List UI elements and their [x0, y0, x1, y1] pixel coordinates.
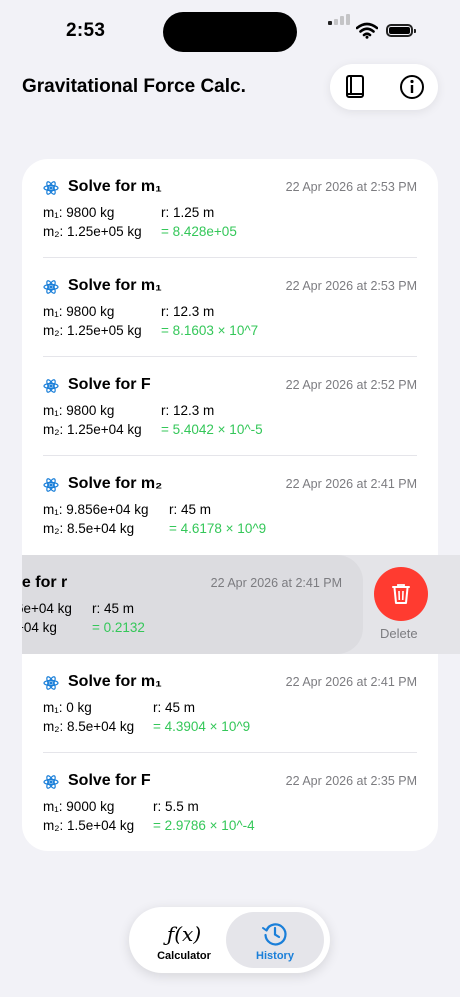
- history-row[interactable]: Solve for m₁ 22 Apr 2026 at 2:53 PM m₁: …: [22, 159, 438, 258]
- row-r: r: 12.3 m: [161, 403, 215, 418]
- row-title: Solve for F: [68, 772, 151, 789]
- history-row[interactable]: Solve for m₁ 22 Apr 2026 at 2:41 PM m₁: …: [22, 654, 438, 753]
- delete-button[interactable]: [374, 567, 428, 621]
- book-icon[interactable]: [340, 72, 370, 102]
- battery-icon: [386, 24, 416, 37]
- tab-bar: ƒ(x) Calculator History: [129, 907, 330, 973]
- tab-calculator-label: Calculator: [157, 950, 211, 962]
- row-title: Solve for F: [68, 376, 151, 393]
- dynamic-island: [163, 12, 297, 52]
- row-title: Solve for m₂: [68, 475, 163, 492]
- row-m1: m₁: 9800 kg: [43, 304, 115, 319]
- row-result: = 0.2132: [92, 620, 145, 635]
- row-result: = 4.6178 × 10^9: [169, 521, 267, 536]
- row-result: = 8.428e+05: [161, 224, 237, 239]
- row-r: r: 45 m: [92, 601, 135, 616]
- header-actions: [330, 64, 438, 110]
- row-m2: m₂: 8.5e+04 kg: [43, 521, 135, 536]
- row-r: r: 5.5 m: [153, 799, 199, 814]
- history-row[interactable]: Solve for F 22 Apr 2026 at 2:35 PM m₁: 9…: [22, 753, 438, 851]
- row-m2: m₂: 1.25e+05 kg: [43, 224, 142, 239]
- tab-history[interactable]: History: [226, 912, 324, 968]
- row-date: 22 Apr 2026 at 2:52 PM: [285, 378, 417, 392]
- row-m1: m₁: 9800 kg: [43, 205, 115, 220]
- row-result: = 2.9786 × 10^-4: [153, 818, 255, 833]
- swiped-row-container: ve for r 22 Apr 2026 at 2:41 PM 6e+04 kg…: [22, 555, 460, 654]
- atom-icon: [43, 478, 59, 492]
- row-r: r: 45 m: [153, 700, 196, 715]
- row-date: 22 Apr 2026 at 2:41 PM: [210, 576, 342, 590]
- row-m1: m₁: 9000 kg: [43, 799, 115, 814]
- function-icon: ƒ(x): [166, 922, 202, 946]
- row-date: 22 Apr 2026 at 2:35 PM: [285, 774, 417, 788]
- atom-icon: [43, 775, 59, 789]
- page-title: Gravitational Force Calc.: [22, 76, 246, 97]
- row-m1: 6e+04 kg: [22, 601, 72, 616]
- atom-icon: [43, 181, 59, 195]
- atom-icon: [43, 379, 59, 393]
- history-row[interactable]: Solve for m₁ 22 Apr 2026 at 2:53 PM m₁: …: [22, 258, 438, 357]
- tab-history-label: History: [256, 950, 294, 962]
- atom-icon: [43, 280, 59, 294]
- status-bar: 2:53: [0, 0, 460, 62]
- wifi-icon: [356, 22, 378, 39]
- info-icon[interactable]: [397, 72, 427, 102]
- row-m2: +04 kg: [22, 620, 57, 635]
- row-result: = 4.3904 × 10^9: [153, 719, 251, 734]
- row-title: ve for r: [22, 574, 68, 591]
- row-date: 22 Apr 2026 at 2:53 PM: [285, 180, 417, 194]
- row-date: 22 Apr 2026 at 2:41 PM: [285, 477, 417, 491]
- row-date: 22 Apr 2026 at 2:41 PM: [285, 675, 417, 689]
- row-title: Solve for m₁: [68, 178, 162, 195]
- row-m2: m₂: 1.25e+04 kg: [43, 422, 142, 437]
- trash-icon: [392, 584, 410, 604]
- row-result: = 5.4042 × 10^-5: [161, 422, 263, 437]
- row-result: = 8.1603 × 10^7: [161, 323, 259, 338]
- history-icon: [262, 923, 287, 946]
- row-m1: m₁: 0 kg: [43, 700, 92, 715]
- row-m2: m₂: 1.25e+05 kg: [43, 323, 142, 338]
- history-list: Solve for m₁ 22 Apr 2026 at 2:53 PM m₁: …: [22, 159, 438, 851]
- row-m2: m₂: 1.5e+04 kg: [43, 818, 135, 833]
- delete-label: Delete: [380, 626, 418, 641]
- row-title: Solve for m₁: [68, 673, 162, 690]
- tab-calculator[interactable]: ƒ(x) Calculator: [135, 912, 233, 968]
- row-r: r: 12.3 m: [161, 304, 215, 319]
- atom-icon: [43, 676, 59, 690]
- history-row-swiped[interactable]: ve for r 22 Apr 2026 at 2:41 PM 6e+04 kg…: [22, 555, 363, 654]
- row-m2: m₂: 8.5e+04 kg: [43, 719, 135, 734]
- row-date: 22 Apr 2026 at 2:53 PM: [285, 279, 417, 293]
- row-m1: m₁: 9800 kg: [43, 403, 115, 418]
- status-time: 2:53: [66, 20, 106, 41]
- row-title: Solve for m₁: [68, 277, 162, 294]
- row-r: r: 45 m: [169, 502, 212, 517]
- history-row[interactable]: Solve for F 22 Apr 2026 at 2:52 PM m₁: 9…: [22, 357, 438, 456]
- row-m1: m₁: 9.856e+04 kg: [43, 502, 149, 517]
- history-row[interactable]: Solve for m₂ 22 Apr 2026 at 2:41 PM m₁: …: [22, 456, 438, 555]
- row-r: r: 1.25 m: [161, 205, 215, 220]
